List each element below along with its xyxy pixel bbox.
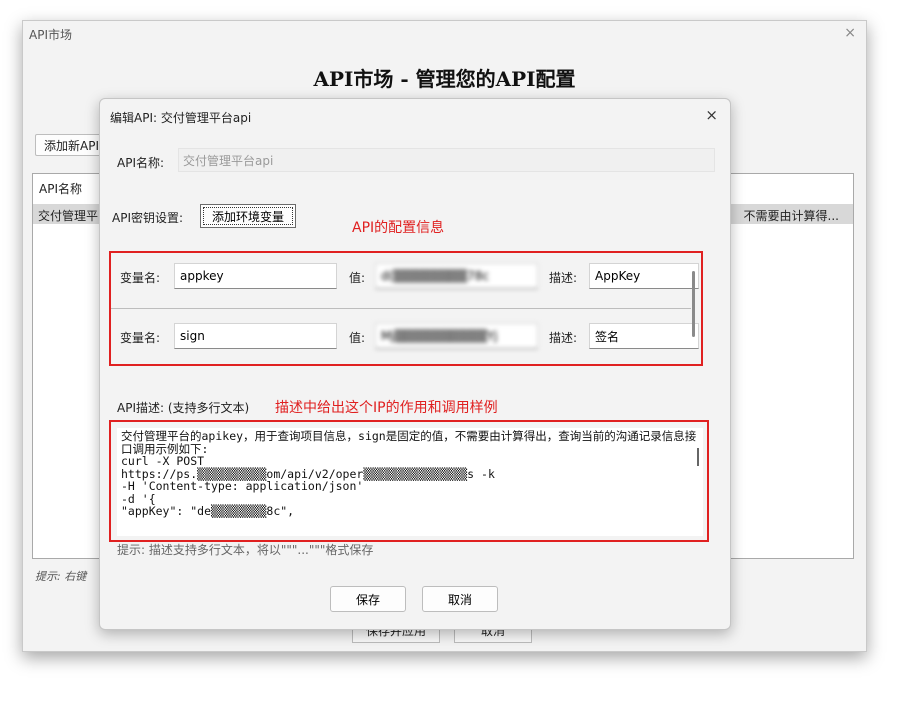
variable-desc-label: 描述: — [549, 271, 578, 285]
variable-value-label: 值: — [349, 331, 366, 345]
variable-value-input[interactable] — [375, 263, 538, 289]
save-button[interactable]: 保存 — [330, 586, 406, 612]
variables-scrollbar[interactable] — [692, 271, 695, 337]
variable-value-label: 值: — [349, 271, 366, 285]
description-scrollbar[interactable] — [697, 448, 699, 466]
variables-panel: 变量名: 值: 描述: 变量名: 值: 描述: — [109, 251, 703, 366]
main-hint-text: 提示: 右键 — [35, 570, 87, 583]
description-panel: 交付管理平台的apikey，用于查询项目信息，sign是固定的值，不需要由计算得… — [109, 420, 709, 542]
main-close-icon[interactable]: × — [844, 25, 856, 41]
page-title: API市场 - 管理您的API配置 — [313, 67, 576, 91]
api-description-textarea[interactable]: 交付管理平台的apikey，用于查询项目信息，sign是固定的值，不需要由计算得… — [117, 428, 703, 536]
annotation-description-info: 描述中给出这个IP的作用和调用样例 — [275, 400, 498, 416]
variable-desc-input[interactable] — [589, 263, 699, 289]
edit-api-dialog: 编辑API: 交付管理平台api × API名称: API密钥设置: 添加环境变… — [99, 98, 731, 630]
table-cell-description: 不需要由计算得... — [743, 209, 839, 223]
variable-row: 变量名: 值: 描述: — [111, 261, 701, 291]
api-name-input[interactable] — [178, 148, 715, 172]
variable-name-input[interactable] — [174, 263, 337, 289]
dialog-close-icon[interactable]: × — [705, 106, 718, 124]
variable-desc-label: 描述: — [549, 331, 578, 345]
variable-desc-input[interactable] — [589, 323, 699, 349]
api-name-label: API名称: — [117, 156, 165, 170]
dialog-hint-text: 提示: 描述支持多行文本，将以"""..."""格式保存 — [117, 543, 374, 557]
api-description-label: API描述: (支持多行文本) — [117, 401, 250, 415]
variable-divider — [111, 308, 691, 309]
key-settings-label: API密钥设置: — [112, 211, 184, 225]
variable-row: 变量名: 值: 描述: — [111, 321, 701, 351]
table-header-name: API名称 — [39, 182, 82, 196]
annotation-config-info: API的配置信息 — [352, 220, 445, 236]
cancel-button[interactable]: 取消 — [422, 586, 498, 612]
add-env-variable-button[interactable]: 添加环境变量 — [200, 204, 296, 228]
variable-name-label: 变量名: — [120, 271, 161, 285]
variable-name-input[interactable] — [174, 323, 337, 349]
dialog-title: 编辑API: 交付管理平台api — [110, 111, 252, 125]
main-window-title: API市场 — [29, 28, 72, 42]
variable-value-input[interactable] — [375, 323, 538, 349]
table-cell-name: 交付管理平 — [38, 209, 99, 223]
variable-name-label: 变量名: — [120, 331, 161, 345]
